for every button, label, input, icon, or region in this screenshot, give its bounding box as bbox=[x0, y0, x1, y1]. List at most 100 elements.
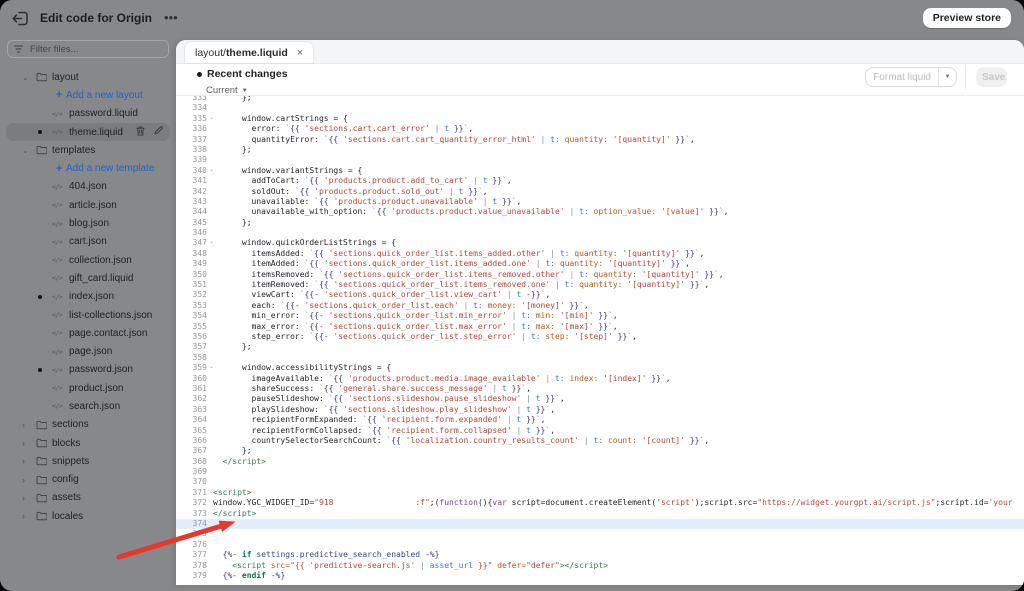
fold-chevron-icon[interactable]: ⌄ bbox=[209, 487, 214, 497]
code-line-365[interactable]: 365 recipientFormCollapsed: `{{ 'recipie… bbox=[176, 426, 1024, 436]
code-line-375[interactable]: 375 bbox=[176, 529, 1024, 539]
code-line-343[interactable]: 343 unavailable: `{{ 'products.product.u… bbox=[176, 197, 1024, 207]
code-line-357[interactable]: 357 }; bbox=[176, 342, 1024, 352]
sidebar-item-collection-json[interactable]: </> collection.json bbox=[6, 251, 170, 269]
code-line-338[interactable]: 338 }; bbox=[176, 145, 1024, 155]
fold-chevron-icon[interactable]: ⌄ bbox=[209, 362, 214, 372]
sidebar-item-templates[interactable]: ⌄ templates bbox=[6, 141, 170, 159]
sidebar-item-blocks[interactable]: › blocks bbox=[6, 434, 170, 452]
code-line-339[interactable]: 339 bbox=[176, 155, 1024, 165]
code-line-374[interactable]: 374 bbox=[176, 519, 1024, 530]
code-line-355[interactable]: 355 max_error: `{{- 'sections.quick_orde… bbox=[176, 322, 1024, 332]
sidebar-item-blog-json[interactable]: </> blog.json bbox=[6, 214, 170, 232]
folder-icon bbox=[36, 456, 47, 466]
code-line-358[interactable]: 358 bbox=[176, 353, 1024, 363]
code-line-362[interactable]: 362 pauseSlideshow: `{{ 'sections.slides… bbox=[176, 394, 1024, 404]
code-line-354[interactable]: 354 min_error: `{{- 'sections.quick_orde… bbox=[176, 311, 1024, 321]
sidebar-item-layout[interactable]: ⌄ layout bbox=[6, 68, 170, 86]
chevron-right-icon[interactable]: › bbox=[22, 512, 36, 521]
chevron-right-icon[interactable]: › bbox=[22, 457, 36, 466]
sidebar-item-add-a-new-layout[interactable]: + Add a new layout bbox=[6, 86, 170, 104]
code-line-360[interactable]: 360 imageAvailable: `{{ 'products.produc… bbox=[176, 374, 1024, 384]
code-line-361[interactable]: 361 shareSuccess: `{{ 'general.share.suc… bbox=[176, 384, 1024, 394]
code-line-368[interactable]: 368 </script> bbox=[176, 457, 1024, 467]
sidebar-item-theme-liquid[interactable]: </> theme.liquid bbox=[6, 122, 170, 142]
code-line-335[interactable]: 335 ⌄ window.cartStrings = { bbox=[176, 114, 1024, 124]
code-viewport[interactable]: 333 }; 334 335 ⌄ window.cartStrings = {336 … bbox=[176, 96, 1024, 585]
sidebar-item-config[interactable]: › config bbox=[6, 471, 170, 489]
code-line-337[interactable]: 337 quantityError: `{{ 'sections.cart.ca… bbox=[176, 135, 1024, 145]
fold-chevron-icon[interactable]: ⌄ bbox=[209, 165, 214, 175]
sidebar-item-index-json[interactable]: </> index.json bbox=[6, 288, 170, 306]
code-line-371[interactable]: 371 ⌄ <script> bbox=[176, 488, 1024, 498]
code-line-370[interactable]: 370 bbox=[176, 477, 1024, 487]
format-options-chevron-icon[interactable]: ▼ bbox=[938, 68, 956, 86]
tab-theme-liquid[interactable]: layout/theme.liquid × bbox=[185, 42, 314, 63]
sidebar-item-search-json[interactable]: </> search.json bbox=[6, 397, 170, 415]
rename-file-icon[interactable] bbox=[154, 126, 163, 138]
sidebar-item-assets[interactable]: › assets bbox=[6, 489, 170, 507]
fold-chevron-icon[interactable]: ⌄ bbox=[209, 237, 214, 247]
sidebar-item-article-json[interactable]: </> article.json bbox=[6, 196, 170, 214]
close-tab-icon[interactable]: × bbox=[297, 47, 303, 58]
sidebar-item-snippets[interactable]: › snippets bbox=[6, 452, 170, 470]
code-line-346[interactable]: 346 bbox=[176, 228, 1024, 238]
sidebar-item-password-json[interactable]: </> password.json bbox=[6, 361, 170, 379]
code-line-352[interactable]: 352 viewCart: `{{- 'sections.quick_order… bbox=[176, 290, 1024, 300]
format-liquid-button[interactable]: Format liquid ▼ bbox=[865, 67, 957, 87]
sidebar-item-cart-json[interactable]: </> cart.json bbox=[6, 233, 170, 251]
code-line-349[interactable]: 349 itemAdded: `{{ 'sections.quick_order… bbox=[176, 259, 1024, 269]
chevron-right-icon[interactable]: › bbox=[22, 439, 36, 448]
sidebar-item-locales[interactable]: › locales bbox=[6, 507, 170, 525]
sidebar-item-page-contact-json[interactable]: </> page.contact.json bbox=[6, 324, 170, 342]
fold-chevron-icon[interactable]: ⌄ bbox=[209, 113, 214, 123]
code-line-356[interactable]: 356 step_error: `{{- 'sections.quick_ord… bbox=[176, 332, 1024, 342]
sidebar-item-gift-card-liquid[interactable]: </> gift_card.liquid bbox=[6, 269, 170, 287]
code-line-344[interactable]: 344 unavailable_with_option: `{{ 'produc… bbox=[176, 207, 1024, 217]
sidebar-item-404-json[interactable]: </> 404.json bbox=[6, 178, 170, 196]
code-line-377[interactable]: 377 {%- if settings.predictive_search_en… bbox=[176, 550, 1024, 560]
exit-editor-icon[interactable] bbox=[12, 10, 30, 26]
chevron-right-icon[interactable]: › bbox=[22, 475, 36, 484]
code-line-341[interactable]: 341 addToCart: `{{ 'products.product.add… bbox=[176, 176, 1024, 186]
code-line-348[interactable]: 348 itemsAdded: `{{ 'sections.quick_orde… bbox=[176, 249, 1024, 259]
delete-file-icon[interactable] bbox=[136, 125, 145, 139]
chevron-right-icon[interactable]: › bbox=[22, 420, 36, 429]
code-line-351[interactable]: 351 itemRemoved: `{{ 'sections.quick_ord… bbox=[176, 280, 1024, 290]
code-line-363[interactable]: 363 playSlideshow: `{{ 'sections.slidesh… bbox=[176, 405, 1024, 415]
more-actions-icon[interactable]: ••• bbox=[164, 11, 178, 24]
preview-store-button[interactable]: Preview store bbox=[922, 8, 1011, 28]
code-line-366[interactable]: 366 countrySelectorSearchCount: `{{ 'loc… bbox=[176, 436, 1024, 446]
code-line-379[interactable]: 379 {%- endif -%} bbox=[176, 571, 1024, 581]
code-line-345[interactable]: 345 }; bbox=[176, 218, 1024, 228]
sidebar-item-product-json[interactable]: </> product.json bbox=[6, 379, 170, 397]
sidebar-item-sections[interactable]: › sections bbox=[6, 416, 170, 434]
code-line-376[interactable]: 376 bbox=[176, 540, 1024, 550]
filter-files-box[interactable] bbox=[7, 40, 169, 58]
code-line-364[interactable]: 364 recipientFormExpanded: `{{ 'recipien… bbox=[176, 415, 1024, 425]
code-line-373[interactable]: 373 </script> bbox=[176, 509, 1024, 519]
save-button[interactable]: Save bbox=[976, 67, 1007, 87]
filter-files-input[interactable] bbox=[28, 42, 162, 56]
code-line-350[interactable]: 350 itemsRemoved: `{{ 'sections.quick_or… bbox=[176, 270, 1024, 280]
sidebar-item-list-collections-json[interactable]: </> list-collections.json bbox=[6, 306, 170, 324]
code-line-369[interactable]: 369 bbox=[176, 467, 1024, 477]
code-line-347[interactable]: 347 ⌄ window.quickOrderListStrings = { bbox=[176, 238, 1024, 248]
code-line-359[interactable]: 359 ⌄ window.accessibilityStrings = { bbox=[176, 363, 1024, 373]
sidebar-item-add-a-new-template[interactable]: + Add a new template bbox=[6, 159, 170, 177]
sidebar-item-password-liquid[interactable]: </> password.liquid bbox=[6, 105, 170, 123]
chevron-down-icon[interactable]: ⌄ bbox=[22, 146, 36, 155]
chevron-right-icon[interactable]: › bbox=[22, 493, 36, 502]
code-line-372[interactable]: 372 window.YGC_WIDGET_ID="918 :f";(functi… bbox=[176, 498, 1024, 508]
code-line-353[interactable]: 353 each: `{{- 'sections.quick_order_lis… bbox=[176, 301, 1024, 311]
code-line-342[interactable]: 342 soldOut: `{{ 'products.product.sold_… bbox=[176, 187, 1024, 197]
code-line-334[interactable]: 334 bbox=[176, 103, 1024, 113]
code-line-333[interactable]: 333 }; bbox=[176, 96, 1024, 103]
sidebar-item-page-json[interactable]: </> page.json bbox=[6, 342, 170, 360]
code-line-367[interactable]: 367 }; bbox=[176, 446, 1024, 456]
code-line-340[interactable]: 340 ⌄ window.variantStrings = { bbox=[176, 166, 1024, 176]
code-line-336[interactable]: 336 error: `{{ 'sections.cart.cart_error… bbox=[176, 124, 1024, 134]
version-dropdown[interactable]: Current ▼ bbox=[206, 85, 248, 96]
chevron-down-icon[interactable]: ⌄ bbox=[22, 73, 36, 82]
code-line-378[interactable]: 378 <script src="{{ 'predictive-search.j… bbox=[176, 561, 1024, 571]
